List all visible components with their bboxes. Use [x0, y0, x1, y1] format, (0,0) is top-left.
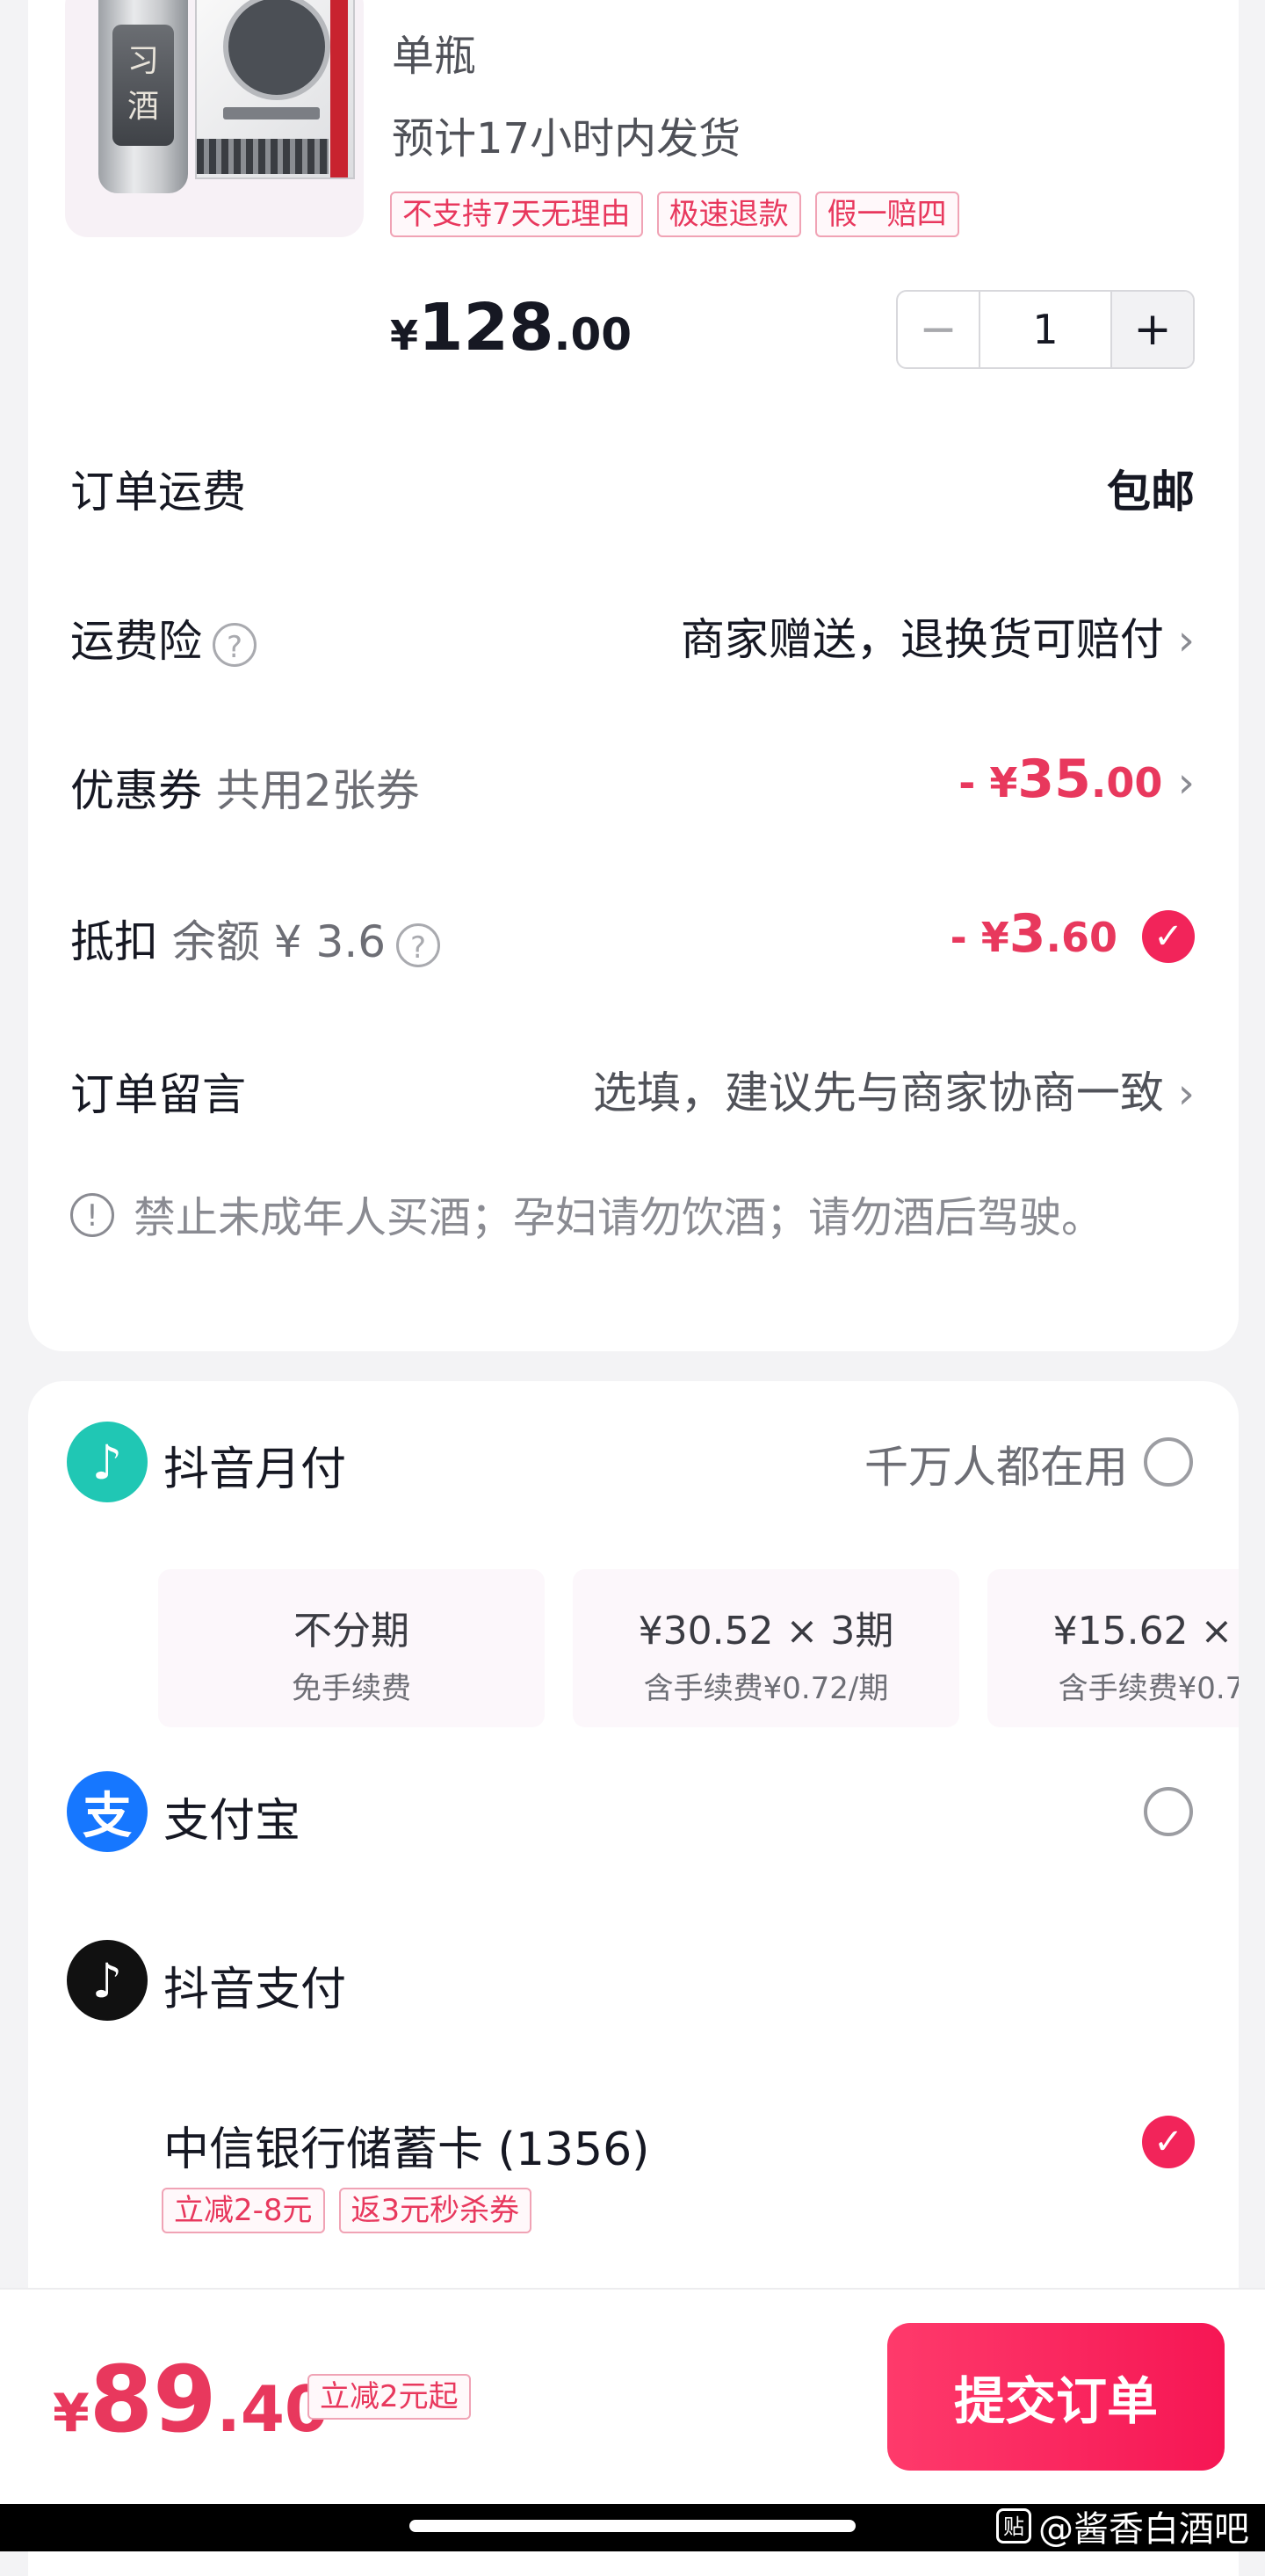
douyin-icon: ♪ [67, 1940, 148, 2021]
promo-tag: 立减2-8元 [162, 2188, 325, 2233]
shipping-estimate: 预计17小时内发货 [392, 114, 741, 163]
help-icon[interactable]: ? [396, 923, 441, 967]
warning-icon: ! [70, 1193, 114, 1237]
gift-box-illustration [195, 0, 355, 179]
increase-button[interactable]: + [1110, 292, 1193, 367]
promo-tag: 返3元秒杀券 [338, 2188, 532, 2233]
bank-card-tags: 立减2-8元 返3元秒杀券 [162, 2188, 532, 2233]
product-tag: 假一赔四 [814, 192, 959, 237]
alcohol-notice: 禁止未成年人买酒；孕妇请勿饮酒；请勿酒后驾驶。 [134, 1193, 1104, 1242]
quantity-stepper[interactable]: − 1 + [896, 290, 1195, 369]
product-spec: 单瓶 [392, 32, 477, 81]
chevron-right-icon: › [1177, 1069, 1195, 1118]
chevron-right-icon: › [1177, 758, 1195, 807]
home-indicator[interactable] [409, 2520, 856, 2532]
coupon-label: 优惠券 共用2张券 [70, 765, 420, 816]
installment-plan[interactable]: 不分期 免手续费 [158, 1569, 545, 1727]
product-image[interactable]: 习酒 [65, 0, 364, 237]
installment-plan[interactable]: ¥15.62 × 6期 含手续费¥0.72/期 [987, 1569, 1239, 1727]
monthly-pay-slogan: 千万人都在用 [864, 1442, 1128, 1493]
monthly-pay-radio[interactable] [1144, 1437, 1193, 1487]
product-tags: 不支持7天无理由 极速退款 假一赔四 [390, 192, 959, 237]
coupon-discount: - ¥35.00 › [958, 749, 1195, 810]
bottle-illustration: 习酒 [98, 0, 188, 193]
douyin-pay-name: 抖音支付 [163, 1964, 347, 2016]
installment-plan[interactable]: ¥30.52 × 3期 含手续费¥0.72/期 [573, 1569, 959, 1727]
total-price: ¥89.40 [53, 2346, 329, 2453]
discount-tag: 立减2元起 [307, 2374, 471, 2420]
watermark: 贴 @酱香白酒吧 [996, 2500, 1249, 2551]
monthly-pay-name: 抖音月付 [163, 1444, 347, 1496]
alipay-icon: 支 [67, 1771, 148, 1852]
order-message-label: 订单留言 [70, 1069, 246, 1120]
shipping-fee-label: 订单运费 [70, 467, 246, 517]
deduction-checkbox[interactable]: ✓ [1142, 910, 1195, 963]
deduction-amount: - ¥3.60 [950, 903, 1117, 965]
bank-card-check[interactable]: ✓ [1142, 2116, 1195, 2168]
order-message-input[interactable]: 选填，建议先与商家协商一致 › [593, 1058, 1195, 1121]
shipping-insurance-value: 商家赠送，退换货可赔付 › [680, 614, 1195, 665]
submit-order-button[interactable]: 提交订单 [887, 2323, 1225, 2471]
quantity-value[interactable]: 1 [979, 292, 1110, 367]
help-icon[interactable]: ? [213, 622, 257, 667]
bottle-label: 习酒 [112, 25, 174, 146]
shipping-insurance-label: 运费险? [70, 606, 257, 669]
product-tag: 不支持7天无理由 [390, 192, 643, 237]
decrease-button[interactable]: − [898, 292, 979, 367]
bank-card-name: 中信银行储蓄卡 (1356) [163, 2124, 650, 2176]
alipay-name: 支付宝 [163, 1795, 301, 1848]
product-price: ¥128.00 [390, 290, 632, 365]
product-tag: 极速退款 [656, 192, 801, 237]
chevron-right-icon: › [1177, 616, 1195, 665]
deduction-label: 抵扣 余额 ¥ 3.6? [70, 907, 441, 970]
alipay-radio[interactable] [1144, 1787, 1193, 1836]
douyin-icon: ♪ [67, 1422, 148, 1502]
installment-plans: 不分期 免手续费 ¥30.52 × 3期 含手续费¥0.72/期 ¥15.62 … [0, 1569, 1239, 1727]
tieba-icon: 贴 [996, 2508, 1031, 2543]
shipping-fee-value: 包邮 [1107, 467, 1195, 517]
